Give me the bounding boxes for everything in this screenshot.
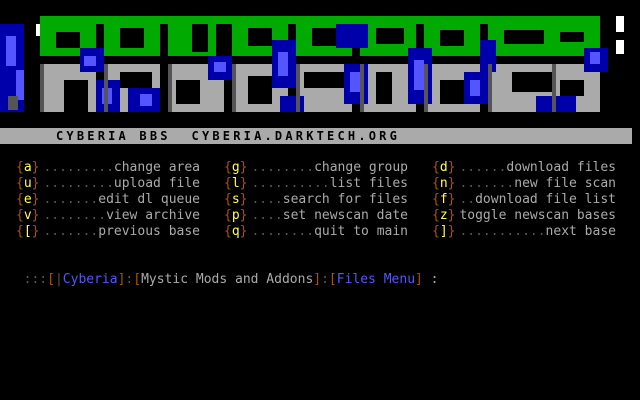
menu-command-1-0[interactable]: {g} ........change group (224, 160, 408, 176)
command-key: a (23, 160, 32, 175)
command-label: edit dl queue (98, 192, 200, 207)
command-dots: ....... (43, 192, 99, 207)
command-key: q (231, 224, 240, 239)
command-key: z (439, 208, 448, 223)
files-logo-banner (0, 16, 624, 112)
menu-command-2-3[interactable]: {z} toggle newscan bases (432, 208, 616, 224)
command-label: upload file (113, 176, 200, 191)
command-label: view archive (106, 208, 200, 223)
command-label: next base (545, 224, 616, 239)
menu-command-0-1[interactable]: {u} .........upload file (16, 176, 200, 192)
menu-command-1-3[interactable]: {p} ....set newscan date (224, 208, 408, 224)
command-key: u (23, 176, 32, 191)
command-dots: ...... (459, 160, 507, 175)
command-label: download files (506, 160, 616, 175)
command-key: [ (23, 224, 32, 239)
command-key: g (231, 160, 240, 175)
menu-command-1-1[interactable]: {l} ..........list files (224, 176, 408, 192)
command-key: n (439, 176, 448, 191)
command-label: change area (113, 160, 200, 175)
command-dots: .. (459, 192, 476, 207)
command-key: s (231, 192, 240, 207)
menu-command-0-0[interactable]: {a} .........change area (16, 160, 200, 176)
command-dots: ........... (459, 224, 546, 239)
menu-command-1-4[interactable]: {q} ........quit to main (224, 224, 408, 240)
command-dots: ........ (251, 224, 315, 239)
menu-command-0-2[interactable]: {e} .......edit dl queue (16, 192, 200, 208)
prompt-suffix: : (422, 272, 439, 287)
command-dots: ........ (251, 160, 315, 175)
menu-command-0-3[interactable]: {v} ........view archive (16, 208, 200, 224)
command-key: v (23, 208, 32, 223)
menu-prompt[interactable]: :::[|Cyberia]:[Mystic Mods and Addons]:[… (8, 256, 439, 287)
command-dots: .......... (251, 176, 330, 191)
command-dots: .... (251, 208, 283, 223)
command-dots: ........ (43, 208, 107, 223)
command-dots: ....... (43, 224, 99, 239)
menu-command-2-2[interactable]: {f} ..download file list (432, 192, 616, 208)
bbs-title-bar: CYBERIA BBS CYBERIA.DARKTECH.ORG (0, 128, 632, 144)
command-label: download file list (475, 192, 616, 207)
prompt-prefix: ::: (23, 272, 48, 287)
command-dots: ......... (43, 160, 114, 175)
menu-command-2-4[interactable]: {]} ...........next base (432, 224, 616, 240)
command-key: p (231, 208, 240, 223)
ansi-block-art-logo (0, 16, 624, 112)
menu-command-0-4[interactable]: {[} .......previous base (16, 224, 200, 240)
command-dots: ....... (459, 176, 515, 191)
command-dots: ......... (43, 176, 114, 191)
prompt-menu-name: Files Menu (336, 272, 416, 287)
command-label: search for files (282, 192, 408, 207)
command-label: quit to main (314, 224, 408, 239)
command-key: ] (439, 224, 448, 239)
command-key: e (23, 192, 32, 207)
prompt-section: Mystic Mods and Addons (141, 272, 314, 287)
files-command-menu: {a} .........change area {u} .........uploa… (0, 160, 640, 240)
command-key: l (231, 176, 240, 191)
command-key: f (439, 192, 448, 207)
command-key: d (439, 160, 448, 175)
command-dots: .... (251, 192, 283, 207)
command-label: set newscan date (282, 208, 408, 223)
menu-command-2-0[interactable]: {d} ......download files (432, 160, 616, 176)
bbs-title-text: CYBERIA BBS CYBERIA.DARKTECH.ORG (56, 129, 401, 143)
command-label: toggle newscan bases (459, 208, 616, 223)
command-label: previous base (98, 224, 200, 239)
command-label: list files (329, 176, 408, 191)
prompt-bbs-name: Cyberia (62, 272, 118, 287)
menu-command-1-2[interactable]: {s} ....search for files (224, 192, 408, 208)
menu-command-2-1[interactable]: {n} .......new file scan (432, 176, 616, 192)
command-label: new file scan (514, 176, 616, 191)
command-label: change group (314, 160, 408, 175)
